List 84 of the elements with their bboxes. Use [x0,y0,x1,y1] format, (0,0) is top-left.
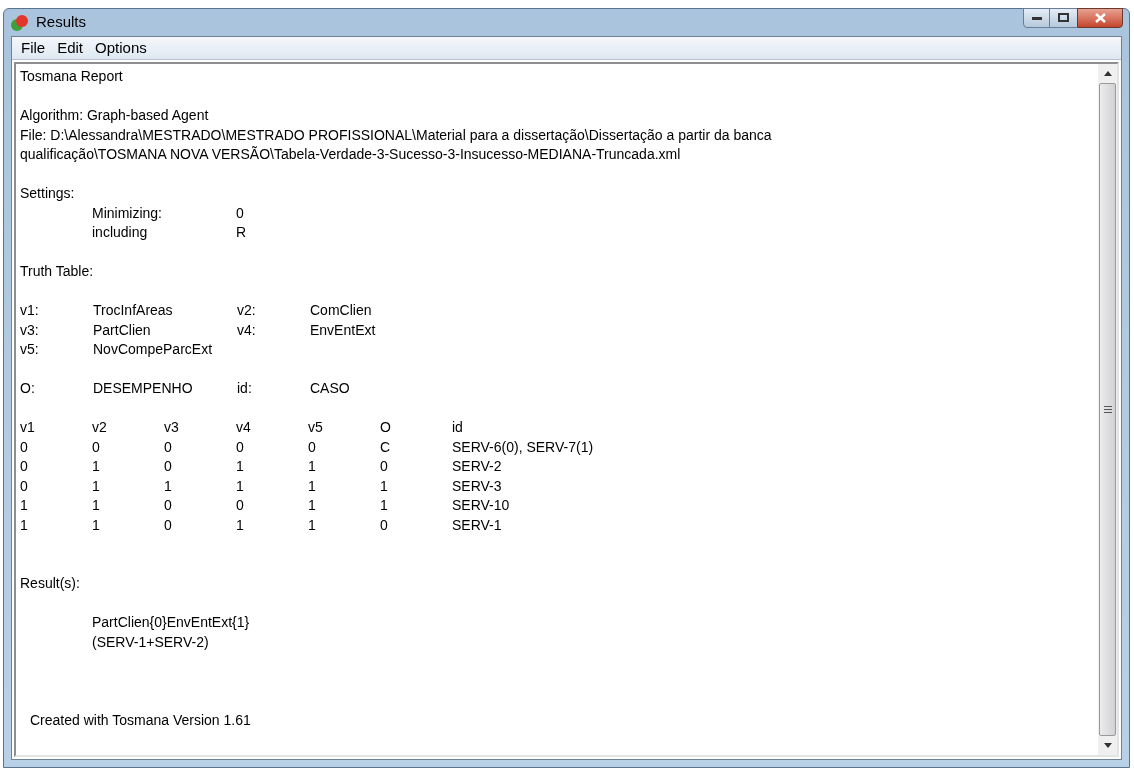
variable-name: NovCompeParcExt [93,341,213,357]
table-cell: 1 [380,497,388,513]
grip-icon [1103,406,1112,413]
column-header: v4 [236,419,251,435]
report-title: Tosmana Report [20,68,123,84]
table-cell: SERV-3 [452,477,502,494]
result-text: (SERV-1+SERV-2) [92,633,209,650]
setting-value: R [236,223,247,242]
table-cell: 1 [92,458,100,474]
maximize-button[interactable] [1050,7,1077,28]
scroll-thumb[interactable] [1099,83,1116,736]
setting-label: Minimizing: [92,203,163,223]
table-cell: 1 [308,497,316,513]
table-cell: SERV-1 [452,516,502,533]
table-cell: 1 [164,477,172,494]
outcome-label: id: [237,380,252,396]
minimize-button[interactable] [1023,7,1050,28]
column-header: O [380,419,391,435]
variable-name: EnvEntExt [310,321,376,338]
table-cell: 0 [380,458,388,474]
column-header: v3 [164,419,179,435]
column-header: v2 [92,419,107,435]
algorithm-text: Algorithm: Graph-based Agent [20,107,209,123]
table-cell: 1 [308,516,316,533]
setting-value: 0 [236,203,244,223]
app-icon [10,13,30,32]
variable-label: v3: [20,321,39,338]
menu-item[interactable]: File [15,36,52,60]
variable-name: PartClien [93,321,151,338]
table-cell: SERV-6(0), SERV-7(1) [452,438,594,455]
table-cell: 0 [164,516,172,533]
variable-label: v5: [20,341,39,357]
variable-label: v2: [237,302,256,318]
down-arrow-icon [1103,743,1112,748]
outcome-value: DESEMPENHO [93,380,193,396]
maximize-icon [1058,13,1069,22]
table-cell: 1 [92,477,100,494]
table-cell: 1 [236,458,244,474]
setting-label: including [92,223,149,242]
variable-name: ComClien [310,302,372,318]
table-cell: 0 [164,438,172,455]
result-text: PartClien{0}EnvEntExt{1} [92,614,250,630]
table-cell: 1 [20,516,28,533]
table-cell: SERV-10 [452,497,510,513]
menu-item[interactable]: Edit [51,36,90,60]
column-header: id [452,419,463,435]
up-arrow-icon [1103,71,1112,76]
table-cell: SERV-2 [452,458,502,474]
section-heading: Truth Table: [20,263,94,279]
table-cell: 0 [164,497,172,513]
table-cell: 1 [308,477,316,494]
table-cell: 1 [380,477,388,494]
section-heading: Result(s): [20,575,80,591]
table-cell: 1 [92,497,100,513]
table-cell: 1 [20,497,28,513]
variable-label: v4: [237,321,256,338]
close-icon [1094,12,1106,23]
table-cell: 0 [20,458,28,474]
table-cell: 0 [92,438,100,455]
table-cell: 1 [308,458,316,474]
column-header: v5 [308,419,323,435]
variable-name: TrocInfAreas [93,302,173,318]
footer-text: Created with Tosmana Version 1.61 [30,711,251,728]
table-cell: 0 [380,516,388,533]
table-cell: 1 [236,516,244,533]
table-cell: C [380,438,391,455]
table-cell: 0 [236,438,244,455]
file-path-text: File: D:\Alessandra\MESTRADO\MESTRADO PROFISSIONAL\Material para a dissertação\Dissertação a partir da banca qualificação\TOSMANA NOVA VERSÃO\Tabela-Verdade-3-Sucesso-3-Insucesso-MEDIANA-Truncada.xml [20,125,773,164]
close-button[interactable] [1077,7,1123,28]
table-cell: 0 [164,458,172,474]
minimize-icon [1031,15,1042,20]
outcome-label: O: [20,380,35,396]
table-cell: 1 [92,516,100,533]
column-header: v1 [20,419,35,435]
table-cell: 1 [236,477,244,494]
outcome-value: CASO [310,380,350,396]
variable-label: v1: [20,302,39,318]
table-cell: 0 [20,477,28,494]
table-cell: 0 [308,438,316,455]
table-cell: 0 [236,497,244,513]
section-heading: Settings: [20,185,75,201]
window-title: Results [36,12,87,33]
menu-item[interactable]: Options [89,36,153,60]
table-cell: 0 [20,438,28,455]
